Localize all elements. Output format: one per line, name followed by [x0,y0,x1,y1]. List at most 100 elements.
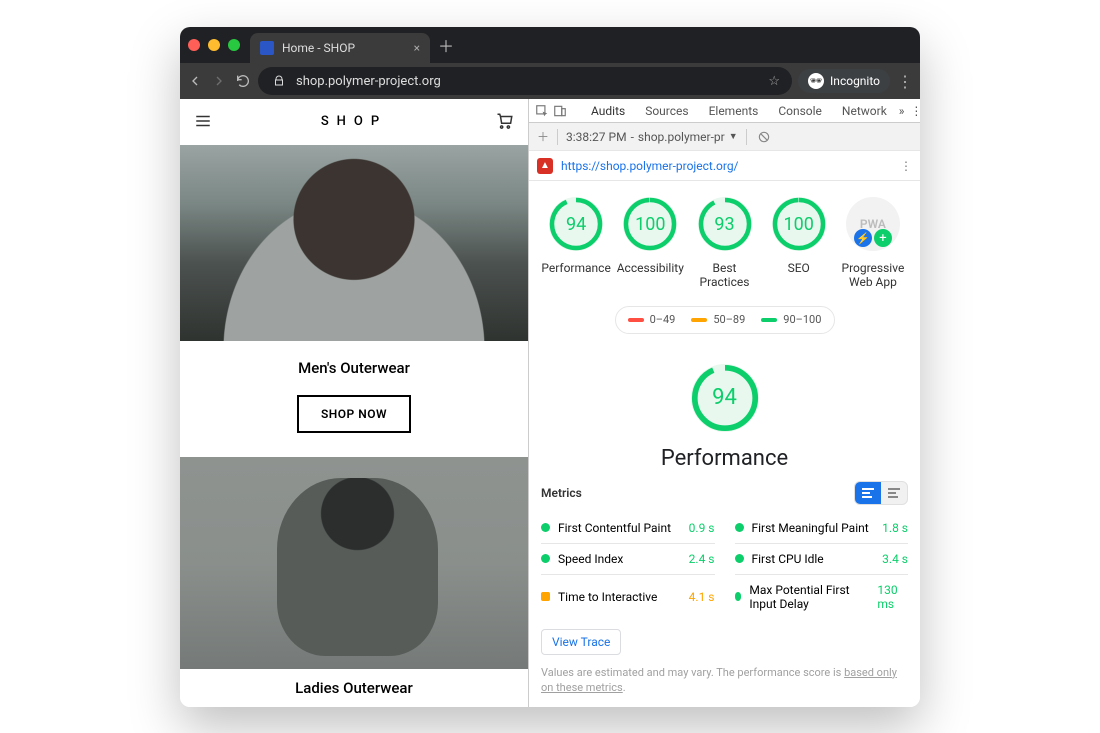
metric-name: Time to Interactive [558,590,657,604]
run-url-short: shop.polymer-pr [638,130,725,144]
gauge-label: Progressive Web App [838,261,908,290]
audit-report[interactable]: 94 Performance 100 Accessibility [529,181,920,707]
browser-tab[interactable]: Home - SHOP × [250,33,430,63]
browser-menu-icon[interactable]: ⋮ [896,72,914,90]
tab-network[interactable]: Network [834,102,895,120]
dropdown-caret-icon: ▼ [729,131,738,142]
gauge-ring: 100 [623,197,677,251]
bookmark-star-icon[interactable]: ☆ [768,74,780,89]
legend-bar-icon [691,318,707,322]
run-selector[interactable]: 3:38:27 PM - shop.polymer-pr ▼ [566,130,738,144]
hero-image-ladies [180,457,528,669]
metrics-view-toggle[interactable] [854,481,908,505]
status-dot-icon [541,554,550,563]
toggle-compact-icon [881,482,907,504]
gauge-label: Best Practices [689,261,759,290]
gauge-seo[interactable]: 100 SEO [764,197,834,290]
lighthouse-icon: ▲ [537,158,553,174]
metric-value: 4.1 s [689,590,715,604]
close-tab-icon[interactable]: × [414,41,420,55]
minimize-window-icon[interactable] [208,39,220,51]
gauge-accessibility[interactable]: 100 Accessibility [615,197,685,290]
gauge-ring: 100 [772,197,826,251]
hamburger-menu-icon[interactable] [194,112,212,130]
metric-name: First Contentful Paint [558,521,671,535]
gauge-label: SEO [788,261,810,275]
report-options-icon[interactable]: ⋮ [900,159,912,173]
gauge-value: 100 [635,214,665,235]
metrics-header: Metrics [541,481,908,505]
section-title: Men's Outerwear [180,359,528,377]
legend-bar-icon [628,318,644,322]
run-timestamp: 3:38:27 PM [566,130,627,144]
gauge-performance[interactable]: 94 Performance [541,197,611,290]
tab-favicon [260,41,274,55]
metrics-grid: First Contentful Paint 0.9 s First Meanin… [541,513,908,619]
shop-now-button[interactable]: SHOP NOW [297,395,411,433]
gauge-pwa[interactable]: PWA ⚡ + Progressive Web App [838,197,908,290]
separator [746,129,747,145]
maximize-window-icon[interactable] [228,39,240,51]
clear-audit-icon[interactable] [755,128,773,146]
metric-value: 1.8 s [882,521,908,535]
metric-name: First CPU Idle [752,552,824,566]
cart-icon[interactable] [496,112,514,130]
device-toolbar-icon[interactable] [553,102,567,120]
metrics-title: Metrics [541,486,582,500]
url-bar[interactable]: shop.polymer-project.org ☆ [258,67,792,95]
toggle-detail-icon [855,482,881,504]
incognito-icon: 🕶 [808,73,824,89]
new-tab-button[interactable]: ＋ [438,33,454,57]
metric-value: 130 ms [877,583,908,611]
view-trace-row: View Trace [541,629,908,655]
pwa-installable-icon: + [874,229,892,247]
back-icon[interactable] [186,72,204,90]
browser-tab-bar: Home - SHOP × ＋ [180,27,920,63]
view-trace-button[interactable]: View Trace [541,629,621,655]
tab-elements[interactable]: Elements [701,102,767,120]
legend-orange: 50–89 [691,313,745,326]
metric-name: First Meaningful Paint [752,521,869,535]
gauge-best-practices[interactable]: 93 Best Practices [689,197,759,290]
hero-image-mens [180,145,528,341]
gauge-ring: 93 [698,197,752,251]
devtools-tab-overflow: » ⋮ × [899,104,920,118]
gauge-value: 93 [714,214,734,235]
browser-window: Home - SHOP × ＋ shop.polymer-project.org… [180,27,920,707]
tab-sources[interactable]: Sources [637,102,696,120]
metric-row: Time to Interactive 4.1 s [541,574,715,619]
status-dot-icon [735,523,744,532]
category-performance: 94 Performance [541,364,908,471]
forward-icon[interactable] [210,72,228,90]
metric-value: 0.9 s [689,521,715,535]
category-title: Performance [541,446,908,471]
metric-value: 3.4 s [882,552,908,566]
overflow-tabs-icon[interactable]: » [899,104,905,118]
new-audit-button[interactable]: ＋ [537,128,549,145]
status-dot-icon [541,592,550,601]
url-text: shop.polymer-project.org [296,74,441,89]
browser-toolbar: shop.polymer-project.org ☆ 🕶 Incognito ⋮ [180,63,920,99]
gauge-value: 94 [566,214,586,235]
element-picker-icon[interactable] [535,102,549,120]
tab-console[interactable]: Console [770,102,830,120]
metric-row: First Contentful Paint 0.9 s [541,513,715,543]
close-window-icon[interactable] [188,39,200,51]
gauge-label: Accessibility [617,261,684,275]
incognito-label: Incognito [830,74,880,88]
site-logo[interactable]: SHOP [321,114,387,129]
section-mens: Men's Outerwear SHOP NOW [180,341,528,457]
content-split: SHOP Men's Outerwear SHOP NOW Ladies Out… [180,99,920,707]
score-legend: 0–49 50–89 90–100 [615,306,835,334]
reload-icon[interactable] [234,72,252,90]
metric-row: First Meaningful Paint 1.8 s [735,513,909,543]
audited-url[interactable]: https://shop.polymer-project.org/ [561,159,739,173]
tab-audits[interactable]: Audits [583,102,633,120]
devtools-menu-icon[interactable]: ⋮ [910,104,920,118]
gauge-value: 100 [784,214,814,235]
metrics-disclaimer: Values are estimated and may vary. The p… [541,665,908,696]
devtools-panel: Audits Sources Elements Console Network … [528,99,920,707]
score-gauges: 94 Performance 100 Accessibility [541,197,908,290]
window-controls [188,39,240,51]
pwa-badge: PWA ⚡ + [846,197,900,251]
